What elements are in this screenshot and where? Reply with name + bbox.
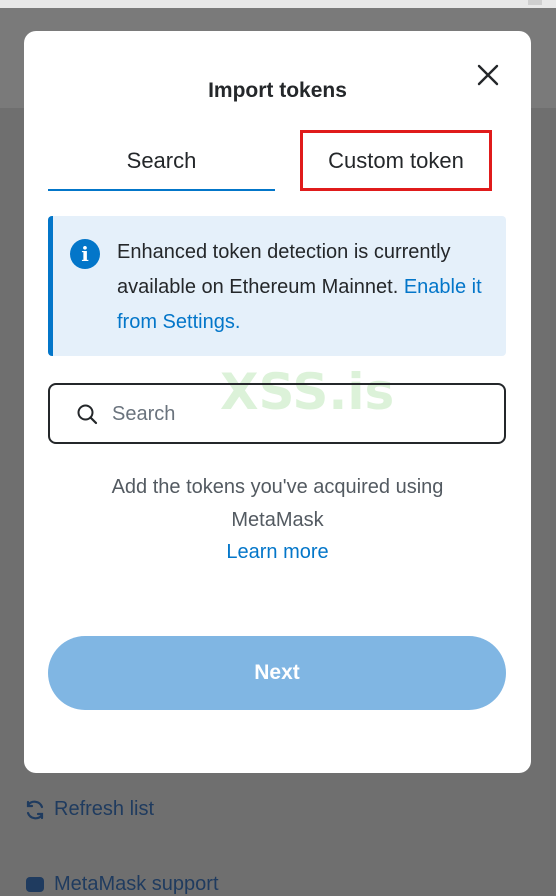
search-input[interactable] xyxy=(110,385,494,444)
helper-text-line-2: MetaMask xyxy=(231,509,324,531)
refresh-list-label: Refresh list xyxy=(54,798,155,820)
token-search-field[interactable] xyxy=(48,383,506,444)
info-icon: i xyxy=(70,239,100,269)
modal-title: Import tokens xyxy=(208,79,347,102)
token-detection-notice: i Enhanced token detection is currently … xyxy=(48,216,506,356)
search-icon xyxy=(77,404,98,425)
helper-text-line-1: Add the tokens you've acquired using xyxy=(111,476,444,498)
metamask-support-label: MetaMask support xyxy=(54,873,219,895)
close-icon[interactable] xyxy=(476,63,500,87)
support-icon xyxy=(26,876,44,892)
refresh-icon xyxy=(26,800,44,819)
import-tokens-modal: Import tokens Search Custom token i Enha… xyxy=(24,31,531,773)
tab-search[interactable]: Search xyxy=(48,137,275,191)
notice-text: Enhanced token detection is currently av… xyxy=(117,235,497,340)
learn-more-link[interactable]: Learn more xyxy=(24,541,531,564)
next-button[interactable]: Next xyxy=(48,636,506,710)
refresh-list-link[interactable]: Refresh list xyxy=(24,798,154,821)
tab-custom-token[interactable]: Custom token xyxy=(300,130,492,191)
notice-message: Enhanced token detection is currently av… xyxy=(117,241,451,298)
top-strip xyxy=(0,0,556,8)
metamask-support-link[interactable]: MetaMask support xyxy=(24,873,219,896)
